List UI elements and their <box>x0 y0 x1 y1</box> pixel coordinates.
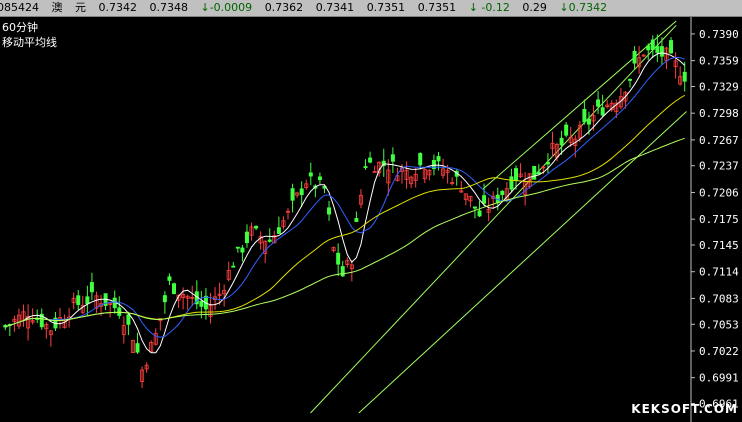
candle-body <box>354 218 359 222</box>
candle-body <box>172 283 176 294</box>
y-tick-label: 0.7390 <box>699 28 739 41</box>
moving-average-line <box>5 52 686 354</box>
candle-body <box>276 227 281 234</box>
y-tick-label: 0.7267 <box>699 134 739 147</box>
quote-high: 0.7362 <box>264 1 304 14</box>
trend-channel-line <box>310 24 677 414</box>
y-tick-label: 0.7206 <box>699 186 739 199</box>
candle-body <box>682 71 687 82</box>
candle-body <box>564 124 569 136</box>
candle-body <box>472 206 477 209</box>
moving-average-line <box>5 94 685 328</box>
candle-body <box>240 247 245 253</box>
candle-body <box>646 45 651 51</box>
y-tick-label: 0.7237 <box>699 160 739 173</box>
quote-last: ↓0.7342 <box>559 1 608 14</box>
candle-body <box>500 190 505 196</box>
quote-percent: ↓ -0.12 <box>468 1 510 14</box>
candle-body <box>363 166 368 168</box>
candle-body <box>390 154 395 162</box>
candle-body <box>267 239 272 242</box>
candle-body <box>628 79 632 81</box>
candle-body <box>117 307 122 316</box>
candle-body <box>126 314 131 325</box>
y-tick-label: 0.7114 <box>699 266 739 279</box>
candle-body <box>655 45 660 53</box>
plot-border <box>1 18 691 422</box>
y-tick-label: 0.7298 <box>699 107 739 120</box>
quote-value-2: 0.7351 <box>417 1 457 14</box>
quote-amplitude: 0.29 <box>522 1 547 14</box>
candle-body <box>254 225 259 229</box>
legend: 60分钟 移动平均线 <box>2 20 57 50</box>
candle-body <box>76 295 81 305</box>
quote-code: 085424 <box>0 1 39 14</box>
candles <box>3 34 687 388</box>
candle-body <box>632 50 637 64</box>
quote-prev: 0.7348 <box>149 1 189 14</box>
candle-body <box>327 207 332 215</box>
y-tick-label: 0.7175 <box>699 213 739 226</box>
candle-body <box>368 157 373 163</box>
quote-bar: 085424 澳 元 0.7342 0.7348 ↓-0.0009 0.7362… <box>0 0 742 17</box>
candle-body <box>545 161 550 165</box>
y-tick-label: 0.7083 <box>699 292 739 305</box>
candle-body <box>559 137 564 146</box>
y-tick-label: 0.7022 <box>699 345 739 358</box>
candle-body <box>308 172 313 177</box>
quote-change: ↓-0.0009 <box>200 1 253 14</box>
quote-value-1: 0.7351 <box>366 1 406 14</box>
candle-body <box>235 246 240 249</box>
candle-body <box>596 99 601 107</box>
candle-body <box>317 176 322 181</box>
candlestick-chart[interactable]: 0.7390 0.7359 0.7329 0.7298 0.7267 0.7237 0.72… <box>0 17 742 422</box>
moving-average-lines <box>5 52 686 354</box>
candle-body <box>436 156 441 162</box>
indicator-label: 移动平均线 <box>2 36 57 49</box>
candle-body <box>669 40 674 54</box>
candle-body <box>167 276 172 281</box>
candle-body <box>372 171 377 173</box>
candle-body <box>89 282 94 293</box>
candle-body <box>477 210 482 217</box>
candle-body <box>244 231 249 244</box>
candle-body <box>231 265 236 268</box>
y-tick-label: 0.6991 <box>699 372 739 385</box>
quote-low: 0.7341 <box>315 1 355 14</box>
period-label: 60分钟 <box>2 21 38 34</box>
candle-body <box>162 295 167 303</box>
watermark-logo: KEKSOFT.COM <box>631 402 738 416</box>
candle-body <box>532 165 537 180</box>
candle-body <box>85 296 90 305</box>
candle-body <box>418 153 423 166</box>
candle-body <box>299 188 304 196</box>
quote-unit: 元 <box>75 1 86 14</box>
candle-body <box>514 168 518 181</box>
candle-body <box>482 195 487 204</box>
quote-name: 澳 <box>51 1 63 14</box>
candle-body <box>336 252 341 265</box>
y-tick-label: 0.7145 <box>699 239 739 252</box>
candle-body <box>586 118 591 125</box>
candle-body <box>199 300 204 307</box>
candle-body <box>659 46 664 57</box>
y-tick-label: 0.7053 <box>699 318 739 331</box>
candle-body <box>582 108 587 123</box>
quote-open: 0.7342 <box>98 1 138 14</box>
candle-body <box>600 107 605 116</box>
candle-body <box>135 343 140 353</box>
candle-body <box>340 266 345 277</box>
y-axis-ticks: 0.7390 0.7359 0.7329 0.7298 0.7267 0.7237 0.72… <box>691 28 739 411</box>
candle-body <box>290 188 295 201</box>
y-tick-label: 0.7329 <box>699 80 739 93</box>
candle-body <box>509 176 514 190</box>
candle-body <box>650 39 655 50</box>
y-tick-label: 0.7359 <box>699 55 739 68</box>
